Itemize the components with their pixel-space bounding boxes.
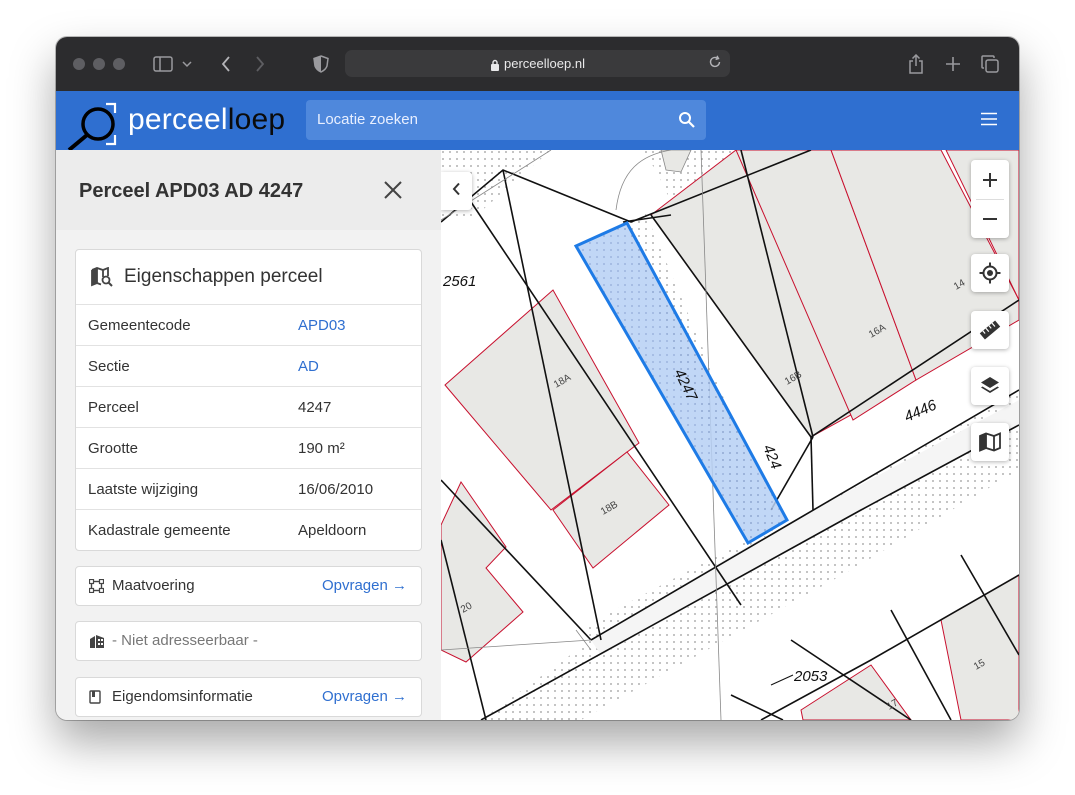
- chevron-left-icon: [452, 182, 462, 201]
- collapse-panel-button[interactable]: [441, 172, 472, 210]
- properties-title: Eigenschappen perceel: [124, 266, 323, 287]
- sidebar-icon[interactable]: [153, 54, 173, 74]
- logo[interactable]: perceelloep: [128, 103, 285, 137]
- search-icon[interactable]: [678, 111, 696, 129]
- lock-icon: [490, 58, 500, 71]
- plus-icon: [983, 172, 997, 187]
- address-bar[interactable]: perceelloep.nl: [345, 50, 730, 77]
- property-value: Apeldoorn: [298, 522, 367, 539]
- share-icon[interactable]: [906, 54, 926, 74]
- property-key: Gemeentecode: [88, 317, 191, 334]
- cadastral-map[interactable]: 2561 4247 4446 424 2053 18A 18B 20 16B 1…: [441, 150, 1019, 720]
- property-row: Laatste wijziging 16/06/2010: [76, 469, 421, 510]
- maatvoering-label: Maatvoering: [112, 577, 195, 594]
- maatvoering-request-link[interactable]: Opvragen →: [322, 577, 407, 594]
- measure-button[interactable]: [971, 311, 1009, 349]
- map-icon: [979, 432, 1001, 452]
- maatvoering-card[interactable]: Maatvoering Opvragen →: [75, 566, 422, 606]
- zoom-window-button[interactable]: [113, 58, 125, 70]
- property-value-link[interactable]: AD: [298, 358, 319, 375]
- property-row: Kadastrale gemeente Apeldoorn: [76, 510, 421, 550]
- forward-icon[interactable]: [250, 54, 270, 74]
- locate-button[interactable]: [971, 254, 1009, 292]
- property-value-link[interactable]: APD03: [298, 317, 346, 334]
- crosshair-icon: [979, 262, 1001, 284]
- map-search-icon: [91, 266, 113, 287]
- app-header: perceelloep Locatie zoeken: [56, 91, 1019, 152]
- eigendom-request-link[interactable]: Opvragen →: [322, 688, 407, 705]
- tabs-icon[interactable]: [980, 54, 1000, 74]
- property-value: 4247: [298, 399, 332, 416]
- parcel-label: 2053: [793, 668, 828, 685]
- properties-card: Eigenschappen perceel Gemeentecode APD03…: [75, 249, 422, 551]
- back-icon[interactable]: [216, 54, 236, 74]
- map-canvas[interactable]: 2561 4247 4446 424 2053 18A 18B 20 16B 1…: [441, 150, 1019, 720]
- properties-table: Gemeentecode APD03 Sectie AD Perceel 424…: [76, 305, 421, 550]
- layers-icon: [981, 377, 999, 393]
- property-row: Gemeentecode APD03: [76, 305, 421, 346]
- property-row: Sectie AD: [76, 346, 421, 387]
- browser-toolbar: perceelloep.nl: [56, 37, 1019, 91]
- eigendom-label: Eigendomsinformatie: [112, 688, 253, 705]
- reload-icon[interactable]: [708, 55, 724, 71]
- eigendom-card[interactable]: Eigendomsinformatie Opvragen →: [75, 677, 422, 717]
- menu-icon[interactable]: [980, 112, 998, 126]
- properties-card-header: Eigenschappen perceel: [76, 250, 421, 305]
- building-icon: [89, 634, 104, 648]
- shield-icon[interactable]: [311, 54, 331, 74]
- book-icon: [89, 690, 104, 704]
- search-placeholder: Locatie zoeken: [317, 111, 418, 128]
- parcel-label: 2561: [442, 273, 476, 290]
- dimensions-icon: [88, 578, 105, 594]
- property-row: Perceel 4247: [76, 387, 421, 428]
- basemap-button[interactable]: [971, 423, 1009, 461]
- browser-window: perceelloep.nl perceelloep Locatie zoeke…: [56, 37, 1019, 720]
- url-text: perceelloep.nl: [504, 56, 585, 71]
- address-status: - Niet adresseerbaar -: [112, 632, 258, 649]
- logo-prefix: perceel: [128, 103, 228, 136]
- minus-icon: [983, 217, 997, 220]
- property-value: 16/06/2010: [298, 481, 374, 498]
- close-window-button[interactable]: [73, 58, 85, 70]
- panel-title: Perceel APD03 AD 4247: [79, 180, 304, 202]
- chevron-down-icon[interactable]: [181, 54, 193, 74]
- parcel-panel: Perceel APD03 AD 4247 Eigenschappen perc…: [56, 150, 441, 720]
- close-icon[interactable]: [383, 180, 403, 200]
- property-key: Kadastrale gemeente: [88, 522, 231, 539]
- location-search-input[interactable]: Locatie zoeken: [306, 100, 706, 140]
- property-key: Laatste wijziging: [88, 481, 199, 498]
- minimize-window-button[interactable]: [93, 58, 105, 70]
- ruler-icon: [979, 320, 1001, 340]
- zoom-out-button[interactable]: [971, 200, 1009, 238]
- property-key: Perceel: [88, 399, 139, 416]
- plus-icon[interactable]: [943, 54, 963, 74]
- property-value: 190 m²: [298, 440, 345, 457]
- property-key: Sectie: [88, 358, 130, 375]
- property-row: Grootte 190 m²: [76, 428, 421, 469]
- zoom-control: [971, 160, 1009, 238]
- address-card: - Niet adresseerbaar -: [75, 621, 422, 661]
- logo-magnifier-icon[interactable]: [66, 97, 126, 152]
- logo-suffix: loep: [227, 103, 286, 136]
- property-key: Grootte: [88, 440, 139, 457]
- zoom-in-button[interactable]: [971, 161, 1009, 199]
- layers-button[interactable]: [971, 367, 1009, 405]
- panel-header: Perceel APD03 AD 4247: [56, 150, 441, 230]
